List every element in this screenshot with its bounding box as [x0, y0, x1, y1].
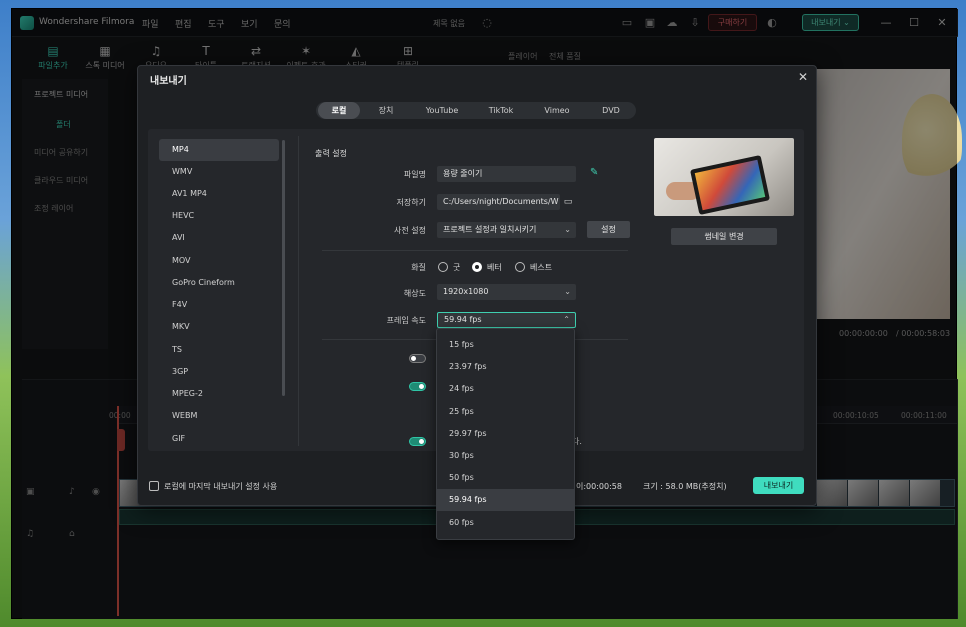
toggle-option-3[interactable]: [409, 437, 426, 446]
tab-vimeo[interactable]: Vimeo: [532, 102, 582, 119]
quality-better-label: 베터: [487, 263, 502, 272]
toggle-knob: [411, 356, 416, 361]
quality-good-radio[interactable]: [438, 262, 448, 272]
fps-option-24[interactable]: 24 fps: [437, 378, 574, 400]
quality-best-label: 베스트: [530, 263, 553, 272]
ai-edit-icon[interactable]: ✎: [590, 167, 598, 178]
fps-option-15[interactable]: 15 fps: [437, 334, 574, 356]
estimated-size-text: 크기 : 58.0 MB(추정치): [643, 482, 727, 491]
fps-option-50[interactable]: 50 fps: [437, 467, 574, 489]
framerate-select[interactable]: 59.94 fps ⌃: [437, 312, 576, 328]
fps-option-60[interactable]: 60 fps: [437, 512, 574, 534]
format-av1-mp4[interactable]: AV1 MP4: [159, 183, 279, 205]
fps-option-30[interactable]: 30 fps: [437, 445, 574, 467]
format-f4v[interactable]: F4V: [159, 294, 279, 316]
resolution-value: 1920x1080: [443, 287, 489, 296]
framerate-label: 프레임 속도: [386, 316, 426, 325]
fps-option-25[interactable]: 25 fps: [437, 401, 574, 423]
filename-input[interactable]: 용량 줄이기: [437, 166, 576, 182]
toggle-knob: [419, 439, 424, 444]
settings-separator: [322, 250, 628, 251]
export-button[interactable]: 내보내기: [753, 477, 804, 494]
use-last-settings-checkbox[interactable]: [149, 481, 159, 491]
thumbnail-tablet: [690, 155, 770, 215]
filename-label: 파일명: [403, 170, 426, 179]
dialog-title: 내보내기: [150, 76, 187, 87]
quality-better-radio[interactable]: [472, 262, 482, 272]
format-avi[interactable]: AVI: [159, 227, 279, 249]
use-last-settings-label: 로컬에 마지막 내보내기 설정 사용: [164, 482, 278, 491]
panel-divider: [298, 136, 299, 446]
tab-youtube[interactable]: YouTube: [414, 102, 470, 119]
resolution-select[interactable]: 1920x1080 ⌄: [437, 284, 576, 300]
format-gopro-cineform[interactable]: GoPro Cineform: [159, 272, 279, 294]
preset-select[interactable]: 프로젝트 설정과 일치시키기 ⌄: [437, 222, 576, 238]
tab-dvd[interactable]: DVD: [588, 102, 634, 119]
tab-local[interactable]: 로컬: [318, 102, 360, 119]
format-list-scrollbar[interactable]: [282, 140, 285, 396]
save-location-label: 저장하기: [396, 198, 426, 207]
toggle-knob: [419, 384, 424, 389]
output-settings-title: 출력 설정: [315, 149, 347, 158]
folder-icon[interactable]: ▭: [561, 195, 575, 209]
toggle-option-1[interactable]: [409, 354, 426, 363]
format-mp4[interactable]: MP4: [159, 139, 279, 161]
chevron-down-icon: ⌄: [564, 287, 571, 296]
framerate-value: 59.94 fps: [444, 315, 482, 324]
fps-option-23-97[interactable]: 23.97 fps: [437, 356, 574, 378]
resolution-label: 해상도: [403, 289, 426, 298]
change-thumbnail-button[interactable]: 썸네일 변경: [671, 228, 777, 245]
tab-device[interactable]: 장치: [364, 102, 408, 119]
preset-value: 프로젝트 설정과 일치시키기: [443, 225, 537, 234]
preset-settings-button[interactable]: 설정: [587, 221, 630, 238]
close-icon[interactable]: ✕: [796, 70, 810, 84]
format-3gp[interactable]: 3GP: [159, 361, 279, 383]
quality-label: 화질: [411, 263, 426, 272]
format-mkv[interactable]: MKV: [159, 316, 279, 338]
thumbnail-screen: [694, 159, 766, 211]
video-thumbnail: [654, 138, 794, 216]
format-webm[interactable]: WEBM: [159, 405, 279, 427]
preset-label: 사전 설정: [394, 226, 426, 235]
save-path-input[interactable]: C:/Users/night/Documents/W: [437, 194, 560, 210]
chevron-up-icon: ⌃: [563, 315, 570, 324]
format-mpeg2[interactable]: MPEG-2: [159, 383, 279, 405]
format-ts[interactable]: TS: [159, 339, 279, 361]
format-mov[interactable]: MOV: [159, 250, 279, 272]
quality-good-label: 굿: [453, 263, 461, 272]
chevron-down-icon: ⌄: [564, 225, 571, 234]
quality-best-radio[interactable]: [515, 262, 525, 272]
fps-option-59-94[interactable]: 59.94 fps: [437, 489, 574, 511]
tab-tiktok[interactable]: TikTok: [476, 102, 526, 119]
fps-option-29-97[interactable]: 29.97 fps: [437, 423, 574, 445]
format-wmv[interactable]: WMV: [159, 161, 279, 183]
toggle-option-2[interactable]: [409, 382, 426, 391]
format-gif[interactable]: GIF: [159, 428, 279, 450]
duration-text: 이:00:00:58: [576, 482, 622, 491]
format-hevc[interactable]: HEVC: [159, 205, 279, 227]
